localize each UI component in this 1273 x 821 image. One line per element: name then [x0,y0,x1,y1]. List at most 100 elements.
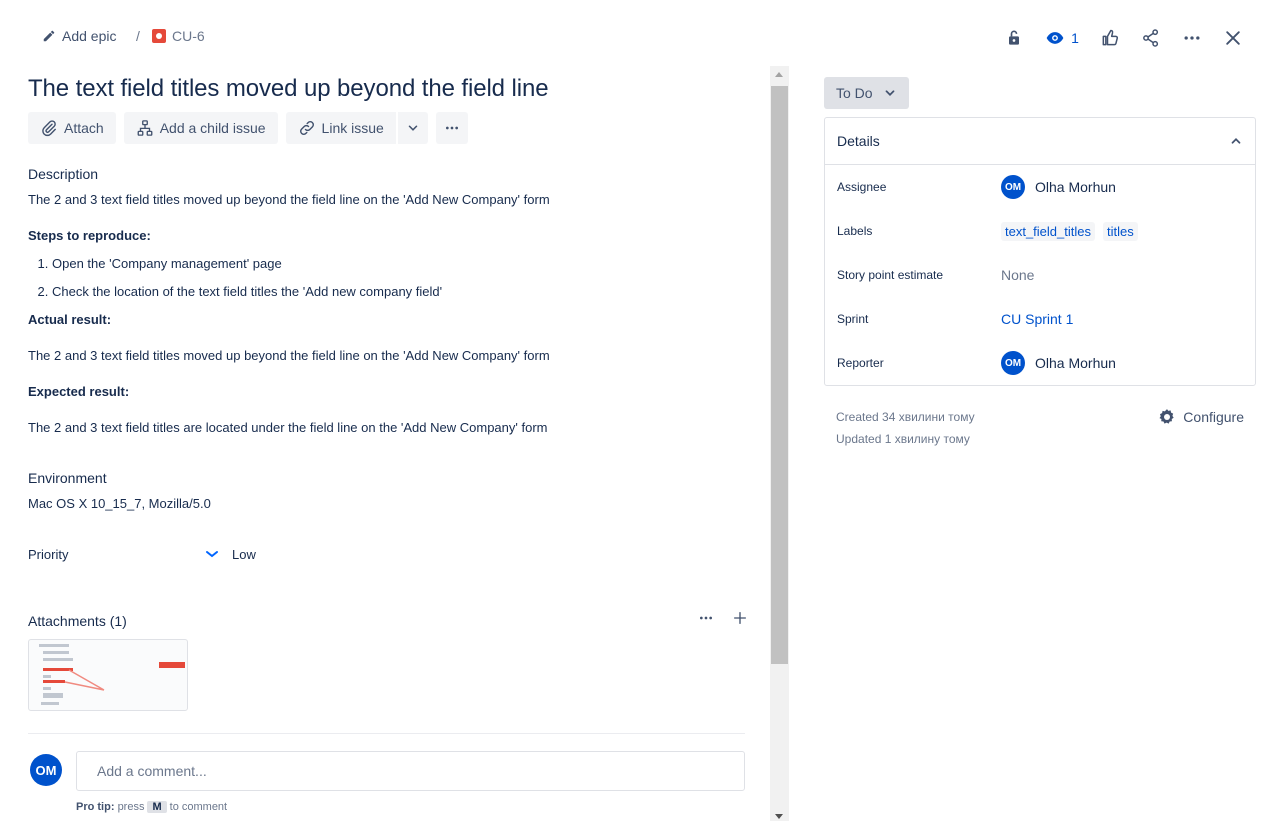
steps-list: Open the 'Company management' page Check… [28,256,748,300]
scroll-up-arrow[interactable] [775,72,783,77]
unlock-button[interactable] [998,22,1030,54]
reporter-name: Olha Morhun [1035,355,1116,371]
story-points-value[interactable]: None [1001,267,1034,283]
status-label: To Do [836,85,873,101]
attachment-thumbnail[interactable] [28,639,188,711]
close-button[interactable] [1217,22,1249,54]
pencil-icon [43,30,55,42]
add-epic-link[interactable]: Add epic [42,28,116,44]
more-icon [1184,36,1200,40]
issue-key: CU-6 [172,28,205,44]
like-button[interactable] [1094,22,1126,54]
like-icon [1102,29,1119,46]
attachments-header: Attachments (1) [28,610,748,631]
description-summary: The 2 and 3 text field titles moved up b… [28,192,550,207]
attachments-actions [680,610,748,631]
expected-heading: Expected result: [28,384,130,399]
environment-value[interactable]: Mac OS X 10_15_7, Mozilla/5.0 [28,496,748,512]
add-child-issue-button[interactable]: Add a child issue [123,112,278,144]
header-actions: 1 [989,22,1249,54]
configure-label: Configure [1183,409,1244,425]
details-toggle[interactable]: Details [825,118,1255,165]
shortcut-key: M [147,801,167,813]
attachments-heading: Attachments (1) [28,612,127,629]
issue-side-panel: To Do Details Assignee OM Olha Morhun La… [824,77,1256,450]
issue-toolbar: Attach Add a child issue Link issue [28,112,748,144]
more-actions-button[interactable] [1176,22,1208,54]
share-button[interactable] [1135,22,1167,54]
issue-header: Add epic / CU-6 1 [0,0,1273,72]
chevron-up-icon [1231,138,1241,144]
issue-main-panel: The text field titles moved up beyond th… [28,72,748,821]
description-body[interactable]: The 2 and 3 text field titles moved up b… [28,192,748,436]
main-scrollbar[interactable] [770,66,789,821]
avatar: OM [1001,175,1025,199]
priority-value[interactable]: Low [232,547,256,562]
issue-title[interactable]: The text field titles moved up beyond th… [28,75,748,103]
unlock-icon [1009,30,1019,45]
annotation-arrows [64,669,105,691]
list-item: Check the location of the text field tit… [52,284,748,300]
breadcrumb-separator: / [136,28,140,44]
link-icon [299,121,314,135]
story-points-row: Story point estimate None [825,253,1255,297]
paperclip-icon [42,120,56,137]
reporter-value[interactable]: OM Olha Morhun [1001,351,1116,375]
scroll-thumb[interactable] [771,86,788,664]
bug-icon [152,29,166,43]
priority-label: Priority [28,546,69,562]
actual-result: The 2 and 3 text field titles moved up b… [28,348,550,363]
toolbar-more-button[interactable] [435,112,468,144]
label-tag[interactable]: text_field_titles [1001,221,1095,241]
issue-key-link[interactable]: CU-6 [152,28,205,44]
assignee-label: Assignee [837,180,887,194]
assignee-value[interactable]: OM Olha Morhun [1001,175,1116,199]
environment-heading: Environment [28,470,107,486]
priority-row: Priority Low [28,546,748,562]
pro-tip-press: press [117,801,145,813]
label-tag[interactable]: titles [1103,221,1138,241]
add-epic-label: Add epic [62,28,117,44]
reporter-label: Reporter [837,356,884,370]
avatar: OM [30,754,62,786]
updated-timestamp: Updated 1 хвилину тому [836,432,970,446]
eye-icon [1046,32,1064,44]
expected-result: The 2 and 3 text field titles are locate… [28,420,548,435]
attach-label: Attach [64,120,104,136]
assignee-name: Olha Morhun [1035,179,1116,195]
watch-count: 1 [1071,30,1079,46]
issue-meta: Created 34 хвилини тому Updated 1 хвилин… [824,406,1256,450]
watch-button[interactable]: 1 [1039,22,1085,54]
scroll-down-arrow[interactable] [775,814,783,819]
reporter-row: Reporter OM Olha Morhun [825,341,1255,385]
priority-low-icon [206,551,218,558]
attach-button[interactable]: Attach [28,112,116,144]
link-issue-button[interactable]: Link issue [285,112,396,144]
description-heading: Description [28,166,99,182]
details-panel: Details Assignee OM Olha Morhun Labels t… [824,117,1256,386]
assignee-row: Assignee OM Olha Morhun [825,165,1255,209]
sprint-row: Sprint CU Sprint 1 [825,297,1255,341]
link-issue-label: Link issue [321,120,384,136]
sprint-label: Sprint [837,312,869,326]
hierarchy-icon [137,120,153,136]
pro-tip: Pro tip: press Mto comment [76,801,227,813]
more-icon [700,616,712,620]
sprint-link[interactable]: CU Sprint 1 [1001,311,1073,327]
configure-button[interactable]: Configure [1157,406,1244,428]
labels-label: Labels [837,224,873,238]
share-icon [1143,29,1159,47]
more-icon [445,126,458,130]
attachments-more-button[interactable] [698,610,714,631]
pro-tip-label: Pro tip: [76,801,115,813]
story-points-label: Story point estimate [837,268,944,282]
add-attachment-button[interactable] [732,610,748,631]
status-dropdown[interactable]: To Do [824,77,909,109]
chevron-down-icon [885,90,894,96]
labels-value[interactable]: text_field_titles titles [1001,221,1146,241]
close-icon [1226,31,1240,45]
link-issue-dropdown[interactable] [397,112,428,144]
plus-icon [734,612,746,624]
comment-input[interactable]: Add a comment... [76,751,745,791]
labels-row: Labels text_field_titles titles [825,209,1255,253]
